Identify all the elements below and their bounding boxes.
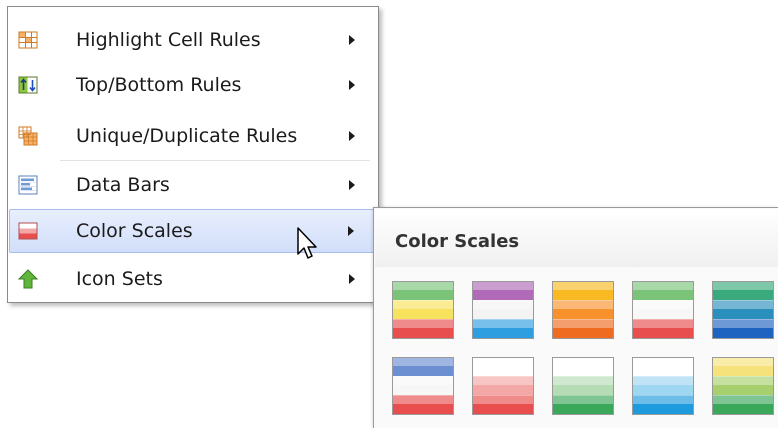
menu-item-icon-sets[interactable]: Icon Sets — [9, 257, 377, 301]
menu-item-color-scales[interactable]: Color Scales — [9, 209, 376, 253]
swatch-band — [713, 300, 773, 319]
swatch-band — [713, 282, 773, 300]
chevron-right-icon — [349, 131, 355, 141]
swatch-band — [393, 358, 453, 376]
color-scale-swatch-yellow-green[interactable] — [712, 357, 774, 415]
swatch-band — [473, 282, 533, 300]
swatch-band — [713, 358, 773, 376]
swatch-band — [393, 376, 453, 395]
color-scale-swatch-green-yellow-red[interactable] — [392, 281, 454, 339]
swatch-band — [553, 395, 613, 414]
swatch-band — [473, 319, 533, 338]
mouse-cursor-icon — [297, 227, 317, 259]
menu-item-label: Top/Bottom Rules — [76, 74, 242, 96]
swatch-band — [553, 300, 613, 319]
chevron-right-icon — [349, 80, 355, 90]
swatch-band — [633, 358, 693, 376]
color-scale-swatch-purple-white-blue[interactable] — [472, 281, 534, 339]
swatch-band — [393, 282, 453, 300]
swatch-band — [713, 319, 773, 338]
swatch-band — [633, 300, 693, 319]
menu-item-label: Highlight Cell Rules — [76, 29, 261, 51]
swatch-band — [633, 395, 693, 414]
chevron-right-icon — [349, 274, 355, 284]
swatch-band — [553, 282, 613, 300]
color-scales-submenu: Color Scales — [373, 207, 778, 428]
swatch-band — [633, 376, 693, 395]
chevron-right-icon — [348, 226, 354, 236]
icon-sets-icon — [18, 269, 38, 289]
swatch-band — [553, 358, 613, 376]
color-scale-swatch-green-white-red[interactable] — [632, 281, 694, 339]
menu-item-highlight-cell-rules[interactable]: Highlight Cell Rules — [9, 18, 377, 62]
swatch-band — [553, 376, 613, 395]
stage: Highlight Cell Rules Top/Bottom Rules Un… — [0, 0, 778, 428]
menu-separator — [60, 160, 370, 161]
menu-item-label: Icon Sets — [76, 268, 163, 290]
swatch-band — [393, 319, 453, 338]
color-scale-swatch-white-green[interactable] — [552, 357, 614, 415]
color-scale-swatch-white-blue[interactable] — [632, 357, 694, 415]
unique-duplicate-rules-icon — [18, 126, 38, 146]
swatch-band — [713, 376, 773, 395]
color-scale-swatch-blue-white-red[interactable] — [392, 357, 454, 415]
swatch-band — [393, 395, 453, 414]
color-scale-swatch-green-blue[interactable] — [712, 281, 774, 339]
top-bottom-rules-icon — [18, 76, 38, 94]
color-scale-swatch-white-red[interactable] — [472, 357, 534, 415]
submenu-header: Color Scales — [375, 209, 778, 267]
color-scales-icon — [18, 222, 38, 240]
swatch-band — [473, 395, 533, 414]
swatch-band — [473, 376, 533, 395]
menu-item-data-bars[interactable]: Data Bars — [9, 163, 377, 207]
menu-item-label: Unique/Duplicate Rules — [76, 125, 298, 147]
highlight-cell-rules-icon — [18, 31, 38, 49]
swatch-band — [473, 358, 533, 376]
menu-item-unique-duplicate-rules[interactable]: Unique/Duplicate Rules — [9, 114, 377, 158]
chevron-right-icon — [349, 35, 355, 45]
color-scale-swatch-yellow-orange[interactable] — [552, 281, 614, 339]
menu-item-label: Color Scales — [76, 220, 193, 242]
data-bars-icon — [18, 175, 38, 195]
swatch-band — [713, 395, 773, 414]
menu-item-label: Data Bars — [76, 174, 170, 196]
submenu-title: Color Scales — [395, 231, 520, 252]
chevron-right-icon — [349, 180, 355, 190]
menu-item-top-bottom-rules[interactable]: Top/Bottom Rules — [9, 63, 377, 107]
swatch-band — [633, 319, 693, 338]
swatch-band — [633, 282, 693, 300]
conditional-formatting-menu: Highlight Cell Rules Top/Bottom Rules Un… — [7, 6, 379, 303]
swatch-band — [393, 300, 453, 319]
swatch-band — [553, 319, 613, 338]
swatch-band — [473, 300, 533, 319]
